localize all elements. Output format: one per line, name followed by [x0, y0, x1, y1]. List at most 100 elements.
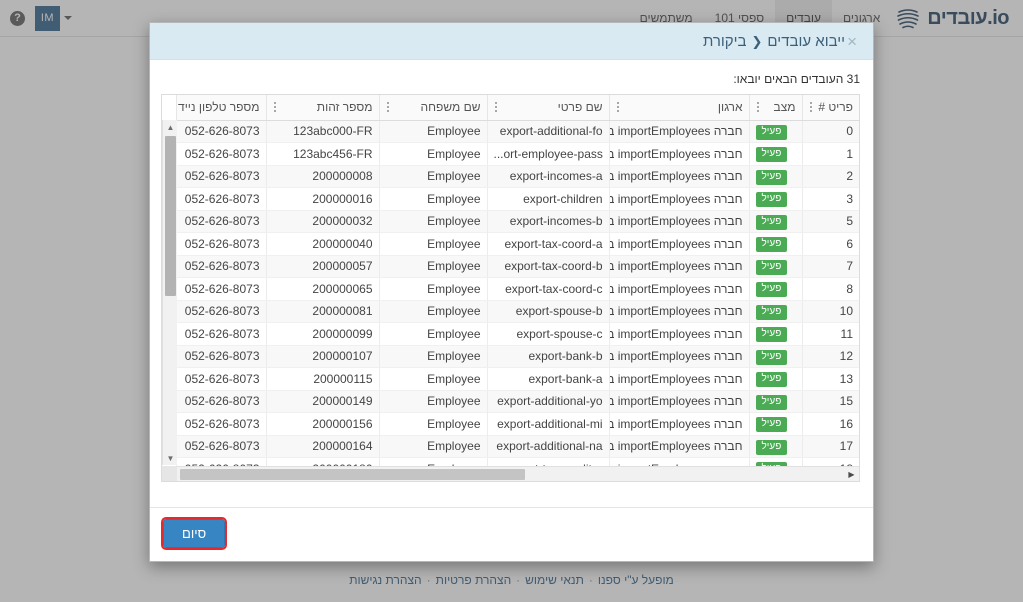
cell-phone: 052-626-8073	[175, 412, 266, 436]
table-row[interactable]: 3 פעיל חברה importEmployees בע"...export-c…	[175, 187, 859, 211]
status-badge: פעיל	[755, 237, 788, 253]
cell-phone: 052-626-8073	[175, 300, 266, 323]
table-row[interactable]: 2 פעיל חברה importEmployees בע"...export-i…	[175, 165, 859, 188]
cell-last: Employee	[378, 165, 487, 188]
column-header-label: מספר זהות	[316, 100, 373, 115]
scroll-down-icon[interactable]: ▼	[163, 451, 178, 465]
table-row[interactable]: 15 פעיל חברה importEmployees בע"...export-…	[175, 390, 859, 413]
table-row[interactable]: 10 פעיל חברה importEmployees בע"...export-…	[175, 300, 859, 323]
table-row[interactable]: 8 פעיל חברה importEmployees בע"...export-t…	[175, 277, 859, 301]
column-header-first[interactable]: שם פרטי	[486, 95, 609, 121]
status-badge: פעיל	[755, 124, 788, 140]
cell-last: Employee	[378, 322, 487, 346]
finish-button[interactable]: סיום	[160, 517, 228, 550]
breadcrumb-current: ייבוא עובדים	[767, 32, 846, 50]
cell-phone: 052-626-8073	[175, 187, 266, 211]
cell-last: Employee	[378, 300, 487, 323]
table-row[interactable]: 11 פעיל חברה importEmployees בע"...export-…	[175, 322, 859, 346]
cell-first: export-spouse-c	[486, 322, 609, 346]
cell-status: פעיל	[748, 187, 802, 211]
cell-phone: 052-626-8073	[175, 367, 266, 391]
status-badge: פעיל	[755, 259, 788, 275]
cell-phone: 052-626-8073	[175, 232, 266, 256]
cell-id: 123abc456-FR	[265, 142, 379, 166]
cell-last: Employee	[378, 277, 487, 301]
column-menu-icon[interactable]	[614, 100, 622, 114]
cell-phone: 052-626-8073	[175, 322, 266, 346]
cell-status: פעיל	[748, 120, 802, 143]
cell-status: פעיל	[748, 165, 802, 188]
column-menu-icon[interactable]	[384, 100, 392, 114]
breadcrumb: ייבוא עובדים❮ביקורת	[164, 33, 845, 50]
cell-status: פעיל	[748, 255, 802, 278]
table-row[interactable]: 12 פעיל חברה importEmployees בע"...export-…	[175, 345, 859, 368]
status-badge: פעיל	[755, 439, 788, 455]
cell-org: חברה importEmployees בע"...	[608, 300, 749, 323]
scroll-up-icon[interactable]: ▲	[163, 120, 178, 134]
table-row[interactable]: 6 פעיל חברה importEmployees בע"...export-t…	[175, 232, 859, 256]
import-employees-modal: × ייבוא עובדים❮ביקורת 31 העובדים הבאים י…	[149, 22, 874, 562]
cell-first: export-incomes-a	[486, 165, 609, 188]
cell-item: 11	[801, 322, 859, 346]
close-icon[interactable]: ×	[845, 33, 859, 50]
column-header-item[interactable]: פריט #	[801, 95, 859, 121]
cell-id: 200000115	[265, 367, 379, 391]
column-header-id[interactable]: מספר זהות	[265, 95, 379, 121]
cell-phone: 052-626-8073	[175, 120, 266, 143]
cell-org: חברה importEmployees בע"...	[608, 165, 749, 188]
table-row[interactable]: 16 פעיל חברה importEmployees בע"...export-…	[175, 412, 859, 436]
status-badge: פעיל	[755, 304, 788, 320]
cell-item: 8	[801, 277, 859, 301]
status-badge: פעיל	[755, 169, 788, 185]
table-row[interactable]: 5 פעיל חברה importEmployees בע"...export-i…	[175, 210, 859, 233]
cell-org: חברה importEmployees בע"...	[608, 412, 749, 436]
cell-last: Employee	[378, 435, 487, 458]
vertical-scroll-thumb[interactable]	[165, 136, 176, 296]
cell-org: חברה importEmployees בע"...	[608, 435, 749, 458]
table-row[interactable]: 13 פעיל חברה importEmployees בע"...export-…	[175, 367, 859, 391]
horizontal-scrollbar[interactable]: ◀ ▶	[162, 466, 859, 481]
table-row[interactable]: 7 פעיל חברה importEmployees בע"...export-t…	[175, 255, 859, 278]
column-header-status[interactable]: מצב	[748, 95, 802, 121]
employees-table: פריט # מצב ארגון שם פרטי שם משפחה מספר זהות מס…	[175, 95, 859, 481]
table-row[interactable]: 0 פעיל חברה importEmployees בע"...export-a…	[175, 120, 859, 143]
column-menu-icon[interactable]	[492, 100, 500, 114]
column-header-org[interactable]: ארגון	[608, 95, 749, 121]
cell-status: פעיל	[748, 367, 802, 391]
cell-phone: 052-626-8073	[175, 277, 266, 301]
cell-id: 123abc000-FR	[265, 120, 379, 143]
cell-id: 200000156	[265, 412, 379, 436]
cell-status: פעיל	[748, 345, 802, 368]
cell-org: חברה importEmployees בע"...	[608, 120, 749, 143]
cell-first: export-additional-yo	[486, 390, 609, 413]
cell-status: פעיל	[748, 277, 802, 301]
horizontal-scroll-thumb[interactable]	[180, 469, 525, 480]
cell-item: 0	[801, 120, 859, 143]
column-header-last[interactable]: שם משפחה	[378, 95, 487, 121]
scroll-right-icon[interactable]: ▶	[844, 467, 859, 481]
cell-id: 200000008	[265, 165, 379, 188]
cell-id: 200000065	[265, 277, 379, 301]
column-menu-icon[interactable]	[271, 100, 279, 114]
cell-org: חברה importEmployees בע"...	[608, 367, 749, 391]
column-header-phone[interactable]: מספר טלפון נייד .	[175, 95, 266, 121]
cell-last: Employee	[378, 187, 487, 211]
table-row[interactable]: 1 פעיל חברה importEmployees בע"......ort-e…	[175, 142, 859, 166]
cell-item: 12	[801, 345, 859, 368]
column-header-label: ארגון	[717, 100, 743, 115]
cell-item: 10	[801, 300, 859, 323]
cell-id: 200000099	[265, 322, 379, 346]
table-row[interactable]: 17 פעיל חברה importEmployees בע"...export-…	[175, 435, 859, 458]
status-badge: פעיל	[755, 214, 788, 230]
cell-org: חברה importEmployees בע"...	[608, 255, 749, 278]
cell-phone: 052-626-8073	[175, 255, 266, 278]
cell-item: 3	[801, 187, 859, 211]
cell-id: 200000164	[265, 435, 379, 458]
cell-last: Employee	[378, 345, 487, 368]
column-menu-icon[interactable]	[754, 100, 762, 114]
cell-first: export-spouse-b	[486, 300, 609, 323]
vertical-scrollbar[interactable]: ▲ ▼	[162, 120, 177, 465]
modal-body: 31 העובדים הבאים יובאו: פריט # מצב ארגון שם…	[150, 60, 873, 507]
cell-org: חברה importEmployees בע"...	[608, 187, 749, 211]
column-menu-icon[interactable]	[807, 100, 815, 114]
